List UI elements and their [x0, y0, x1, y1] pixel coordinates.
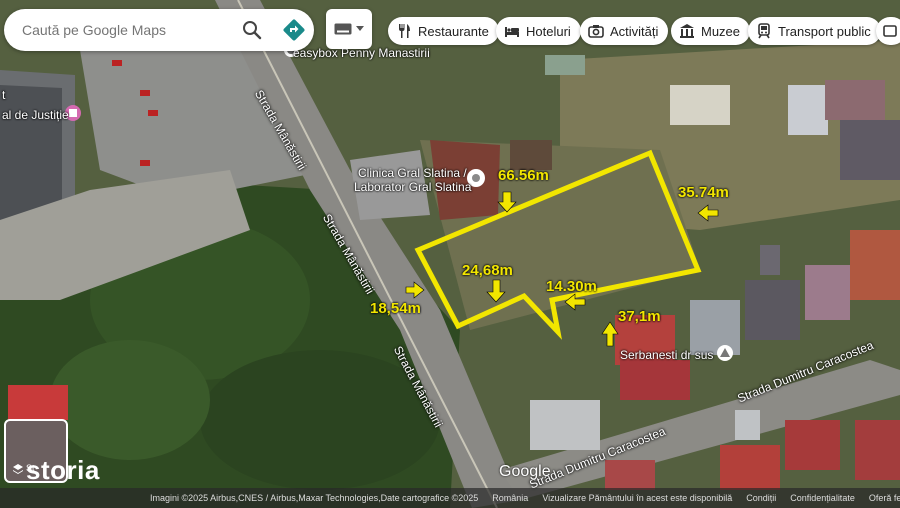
chip-label: Hoteluri [526, 23, 571, 39]
place-label-serbanesti[interactable]: Serbanesti dr sus [620, 348, 713, 362]
input-tools-button[interactable] [326, 9, 372, 49]
map-footer: Imagini ©2025 Airbus,CNES / Airbus,Maxar… [0, 488, 900, 508]
museum-icon [680, 24, 694, 38]
search-box [4, 9, 314, 51]
chevron-down-icon [356, 26, 364, 31]
chip-transport-public[interactable]: Transport public [748, 17, 881, 45]
layers-icon [13, 464, 23, 474]
footer-earth-view[interactable]: Vizualizare Pământului în acest este dis… [542, 493, 732, 503]
chip-restaurante[interactable]: Restaurante [388, 17, 499, 45]
satellite-map[interactable]: easybox Penny Manastirii t al de Justiți… [0, 0, 900, 508]
chip-more[interactable] [876, 17, 900, 45]
chip-activitati[interactable]: Activități [580, 17, 669, 45]
fork-knife-icon [399, 24, 410, 38]
measurement-notch: 14.30m [546, 278, 597, 295]
footer-country[interactable]: România [492, 493, 528, 503]
chip-label: Muzee [701, 23, 741, 39]
footer-privacy[interactable]: Confidențialitate [790, 493, 855, 503]
measurement-bottom: 37,1m [618, 308, 661, 325]
chip-label: Restaurante [418, 23, 489, 39]
search-input[interactable] [20, 21, 224, 39]
storia-watermark: storia [26, 455, 100, 485]
search-icon[interactable] [242, 20, 262, 40]
place-label-justitie[interactable]: al de Justiție [2, 108, 69, 122]
arrow-right [697, 204, 719, 222]
chip-muzee[interactable]: Muzee [671, 17, 751, 45]
place-label-clinica-1[interactable]: Clinica Gral Slatina / [358, 166, 467, 180]
camera-icon [588, 25, 604, 38]
directions-icon[interactable] [282, 18, 306, 42]
footer-feedback[interactable]: Oferă feedback pr [869, 493, 900, 503]
train-icon [758, 23, 770, 39]
chip-label: Activități [610, 23, 659, 39]
arrow-inner [486, 279, 506, 303]
more-category-icon [883, 25, 897, 37]
measurement-top: 66.56m [498, 167, 549, 184]
arrow-left [405, 281, 425, 299]
bed-icon [505, 27, 519, 37]
place-label-justitie-prefix: t [2, 88, 6, 102]
arrow-bottom [601, 321, 619, 347]
footer-terms[interactable]: Condiții [746, 493, 776, 503]
chip-label: Transport public [778, 23, 871, 39]
keyboard-icon [334, 23, 352, 35]
serbanesti-pin-icon[interactable] [716, 344, 734, 362]
google-logo: Google [499, 463, 551, 480]
footer-attribution: Imagini ©2025 Airbus,CNES / Airbus,Maxar… [150, 493, 479, 503]
chip-hoteluri[interactable]: Hoteluri [496, 17, 581, 45]
property-boundary [405, 149, 719, 347]
measurement-right: 35.74m [678, 184, 729, 201]
measurement-inner: 24,68m [462, 262, 513, 279]
measurement-left: 18,54m [370, 300, 421, 317]
place-label-clinica-2[interactable]: Laborator Gral Slatina [354, 180, 471, 194]
